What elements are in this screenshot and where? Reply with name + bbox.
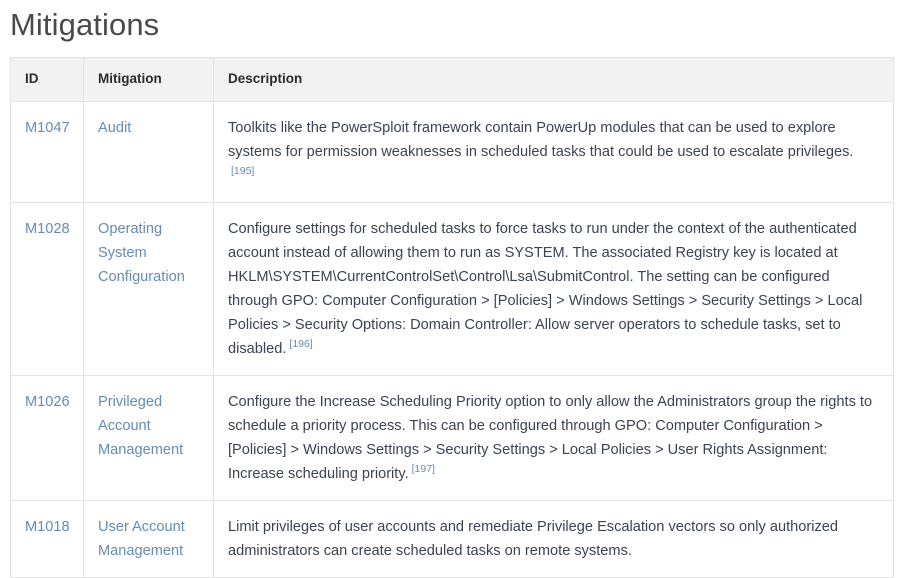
cell-description: Configure the Increase Scheduling Priori… [213, 375, 894, 501]
mitigation-id-link[interactable]: M1028 [25, 221, 70, 237]
mitigation-name-link[interactable]: Operating System Configuration [98, 221, 185, 285]
page-title: Mitigations [10, 7, 160, 42]
cell-id: M1028 [10, 202, 84, 376]
mitigations-table-container: ID Mitigation Description M1047 Audit To… [10, 57, 894, 578]
table-row: M1028 Operating System Configuration Con… [10, 202, 894, 376]
table-row: M1018 User Account Management Limit priv… [10, 500, 894, 578]
mitigation-name-link[interactable]: Audit [98, 120, 131, 136]
table-row: M1047 Audit Toolkits like the PowerSploi… [10, 101, 894, 203]
reference-link[interactable]: [196] [289, 338, 312, 350]
reference-link[interactable]: [195] [231, 165, 254, 177]
column-header-description: Description [213, 57, 894, 102]
cell-mitigation: User Account Management [83, 500, 214, 578]
reference-link[interactable]: [197] [412, 463, 435, 475]
cell-mitigation: Audit [83, 101, 214, 203]
mitigation-id-link[interactable]: M1047 [25, 120, 70, 136]
mitigation-id-link[interactable]: M1018 [25, 519, 70, 535]
column-header-id: ID [10, 57, 84, 102]
cell-description: Limit privileges of user accounts and re… [213, 500, 894, 578]
mitigation-name-link[interactable]: User Account Management [98, 519, 185, 559]
mitigation-id-link[interactable]: M1026 [25, 394, 70, 410]
description-text: Limit privileges of user accounts and re… [228, 519, 839, 559]
cell-id: M1018 [10, 500, 84, 578]
mitigations-page: Mitigations ID Mitigation Description M1… [0, 0, 903, 578]
cell-id: M1026 [10, 375, 84, 501]
mitigations-table: ID Mitigation Description M1047 Audit To… [10, 57, 894, 578]
cell-description: Configure settings for scheduled tasks t… [213, 202, 894, 376]
description-text: Toolkits like the PowerSploit framework … [228, 120, 854, 160]
table-header-row: ID Mitigation Description [10, 57, 894, 102]
description-text: Configure the Increase Scheduling Priori… [228, 394, 873, 482]
cell-mitigation: Privileged Account Management [83, 375, 214, 501]
table-body: M1047 Audit Toolkits like the PowerSploi… [10, 101, 894, 578]
cell-description: Toolkits like the PowerSploit framework … [213, 101, 894, 203]
cell-id: M1047 [10, 101, 84, 203]
cell-mitigation: Operating System Configuration [83, 202, 214, 376]
description-text: Configure settings for scheduled tasks t… [228, 221, 863, 357]
column-header-mitigation: Mitigation [83, 57, 214, 102]
mitigation-name-link[interactable]: Privileged Account Management [98, 394, 183, 458]
table-row: M1026 Privileged Account Management Conf… [10, 375, 894, 501]
table-header: ID Mitigation Description [10, 57, 894, 102]
